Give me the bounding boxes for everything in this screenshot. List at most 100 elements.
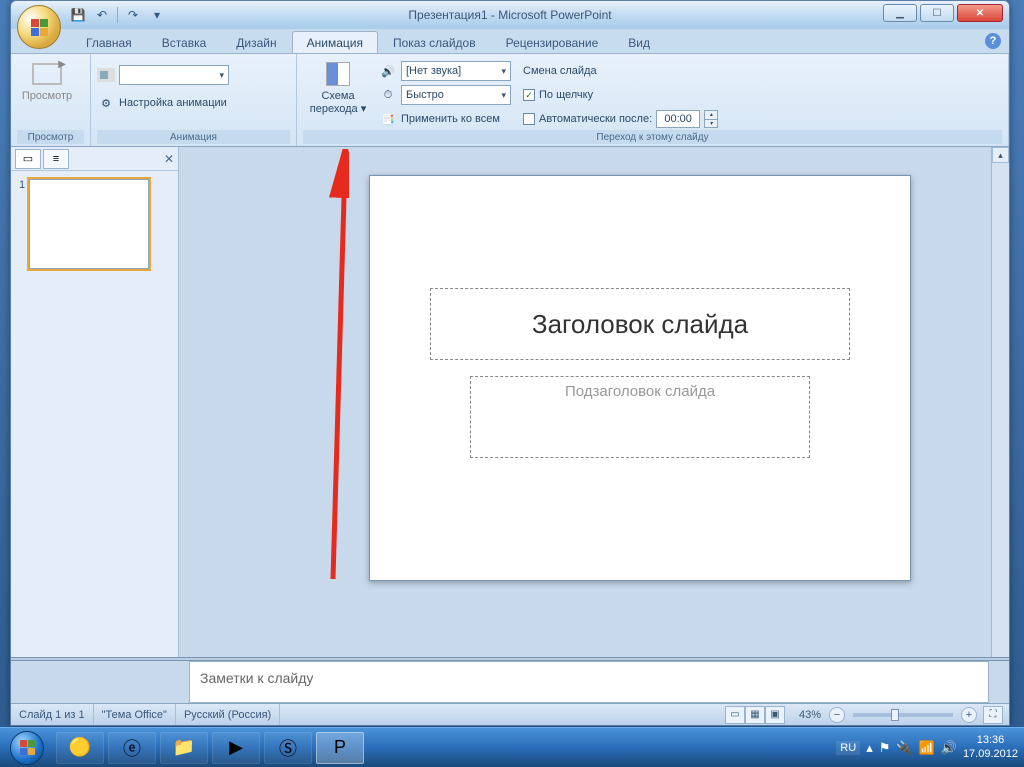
tab-slideshow[interactable]: Показ слайдов: [378, 31, 491, 53]
qat-undo-button[interactable]: ↶: [93, 6, 111, 24]
system-tray: RU ▴ ⚑ 🔌 📶 🔊 13:36 17.09.2012: [836, 734, 1024, 760]
tab-home[interactable]: Главная: [71, 31, 147, 53]
auto-after-checkbox[interactable]: [523, 113, 535, 125]
on-click-checkbox-row[interactable]: ✓ По щелчку: [523, 84, 718, 106]
preview-label: Просмотр: [22, 90, 72, 102]
gear-icon: ⚙: [97, 94, 115, 112]
ribbon-group-animation: ⚙ Настройка анимации Анимация: [91, 54, 297, 146]
qat-save-button[interactable]: 💾: [69, 6, 87, 24]
auto-after-label: Автоматически после:: [539, 113, 652, 125]
taskbar-mediaplayer[interactable]: ▶: [212, 732, 260, 764]
transition-scheme-button[interactable]: Схема перехода ▾: [303, 58, 373, 117]
tray-time: 13:36: [963, 734, 1018, 747]
scheme-icon: [322, 60, 354, 88]
taskbar-powerpoint[interactable]: P: [316, 732, 364, 764]
ribbon-group-preview: Просмотр Просмотр: [11, 54, 91, 146]
tab-view[interactable]: Вид: [613, 31, 665, 53]
zoom-in-button[interactable]: +: [961, 707, 977, 723]
change-slide-header: Смена слайда: [523, 60, 718, 82]
thumb-number: 1: [19, 179, 25, 269]
workspace: ▭ ≡ ✕ 1 Заголовок слайда: [11, 147, 1009, 703]
auto-after-time[interactable]: 00:00: [656, 110, 700, 128]
powerpoint-window: 💾 ↶ ↷ ▾ Презентация1 - Microsoft PowerPo…: [10, 0, 1010, 726]
start-button[interactable]: [0, 728, 54, 767]
view-normal-button[interactable]: ▭: [725, 706, 745, 724]
ribbon-tabs: Главная Вставка Дизайн Анимация Показ сл…: [11, 29, 1009, 53]
animate-icon: [97, 66, 115, 84]
view-sorter-button[interactable]: ▦: [745, 706, 765, 724]
on-click-label: По щелчку: [539, 89, 593, 101]
tab-review[interactable]: Рецензирование: [491, 31, 614, 53]
slides-tab[interactable]: ▭: [15, 149, 41, 169]
slide-thumbnail-1[interactable]: 1: [19, 179, 170, 269]
tab-design[interactable]: Дизайн: [221, 31, 291, 53]
tray-volume-icon[interactable]: 🔊: [941, 740, 957, 756]
apply-to-all-button[interactable]: 📑 Применить ко всем: [379, 108, 511, 130]
preview-button[interactable]: Просмотр: [17, 58, 77, 104]
sound-icon: 🔊: [379, 62, 397, 80]
maximize-button[interactable]: [920, 4, 954, 22]
slide-editor[interactable]: Заголовок слайда Подзаголовок слайда: [179, 147, 991, 703]
taskbar-chrome[interactable]: 🟡: [56, 732, 104, 764]
help-button[interactable]: ?: [985, 33, 1001, 49]
office-button[interactable]: [17, 5, 61, 49]
outline-tab[interactable]: ≡: [43, 149, 69, 169]
notes-input[interactable]: Заметки к слайду: [189, 661, 989, 703]
transition-speed-combo[interactable]: Быстро: [401, 85, 511, 105]
separator: [117, 7, 118, 23]
tray-clock[interactable]: 13:36 17.09.2012: [963, 734, 1018, 760]
tab-animation[interactable]: Анимация: [292, 31, 378, 53]
subtitle-placeholder-text: Подзаголовок слайда: [565, 377, 715, 400]
group-transition-label: Переход к этому слайду: [303, 130, 1002, 144]
slide-canvas[interactable]: Заголовок слайда Подзаголовок слайда: [369, 175, 911, 581]
apply-all-icon: 📑: [379, 110, 397, 128]
animation-settings-label: Настройка анимации: [119, 97, 227, 109]
transition-sound-combo[interactable]: [Нет звука]: [401, 61, 511, 81]
scheme-label: Схема перехода ▾: [305, 90, 371, 115]
animate-gallery[interactable]: [97, 64, 229, 86]
preview-icon: [31, 60, 63, 88]
animate-combo[interactable]: [119, 65, 229, 85]
slides-panel: ▭ ≡ ✕ 1: [11, 147, 179, 703]
group-preview-label: Просмотр: [17, 130, 84, 144]
on-click-checkbox[interactable]: ✓: [523, 89, 535, 101]
qat-redo-button[interactable]: ↷: [124, 6, 142, 24]
zoom-slider[interactable]: [853, 713, 953, 717]
taskbar-skype[interactable]: Ⓢ: [264, 732, 312, 764]
zoom-out-button[interactable]: −: [829, 707, 845, 723]
tray-power-icon[interactable]: 🔌: [896, 740, 912, 756]
subtitle-placeholder[interactable]: Подзаголовок слайда: [470, 376, 810, 458]
fit-to-window-button[interactable]: ⛶: [983, 706, 1003, 724]
qat-customize-button[interactable]: ▾: [148, 6, 166, 24]
notes-pane: Заметки к слайду: [11, 661, 1009, 703]
minimize-button[interactable]: [883, 4, 917, 22]
apply-all-label: Применить ко всем: [401, 113, 500, 125]
title-placeholder[interactable]: Заголовок слайда: [430, 288, 850, 360]
zoom-knob[interactable]: [891, 709, 899, 721]
speed-icon: ⏱: [379, 86, 397, 104]
taskbar-explorer[interactable]: 📁: [160, 732, 208, 764]
animation-settings-button[interactable]: ⚙ Настройка анимации: [97, 92, 227, 114]
vertical-scrollbar[interactable]: ▴ ▾: [991, 147, 1009, 703]
thumb-preview[interactable]: [29, 179, 149, 269]
tray-network-icon[interactable]: 📶: [919, 740, 935, 756]
ribbon: Просмотр Просмотр ⚙ Настройка анимации: [11, 53, 1009, 147]
scroll-up-button[interactable]: ▴: [992, 147, 1009, 163]
tray-show-hidden-icon[interactable]: ▴: [866, 740, 873, 756]
panel-close-button[interactable]: ✕: [164, 152, 174, 166]
quick-access-toolbar: 💾 ↶ ↷ ▾: [69, 6, 166, 24]
tray-language[interactable]: RU: [836, 741, 860, 755]
zoom-percent[interactable]: 43%: [791, 704, 829, 725]
auto-after-row[interactable]: Автоматически после: 00:00 ▴▾: [523, 108, 718, 130]
time-spinner[interactable]: ▴▾: [704, 110, 718, 128]
tab-insert[interactable]: Вставка: [147, 31, 222, 53]
taskbar: 🟡 ⓔ 📁 ▶ Ⓢ P RU ▴ ⚑ 🔌 📶 🔊 13:36 17.09.201…: [0, 727, 1024, 767]
tray-flag-icon[interactable]: ⚑: [879, 740, 891, 756]
status-theme: "Тема Office": [94, 704, 176, 725]
status-language[interactable]: Русский (Россия): [176, 704, 280, 725]
view-slideshow-button[interactable]: ▣: [765, 706, 785, 724]
close-button[interactable]: [957, 4, 1003, 22]
group-animation-label: Анимация: [97, 130, 290, 144]
taskbar-ie[interactable]: ⓔ: [108, 732, 156, 764]
titlebar: 💾 ↶ ↷ ▾ Презентация1 - Microsoft PowerPo…: [11, 1, 1009, 29]
